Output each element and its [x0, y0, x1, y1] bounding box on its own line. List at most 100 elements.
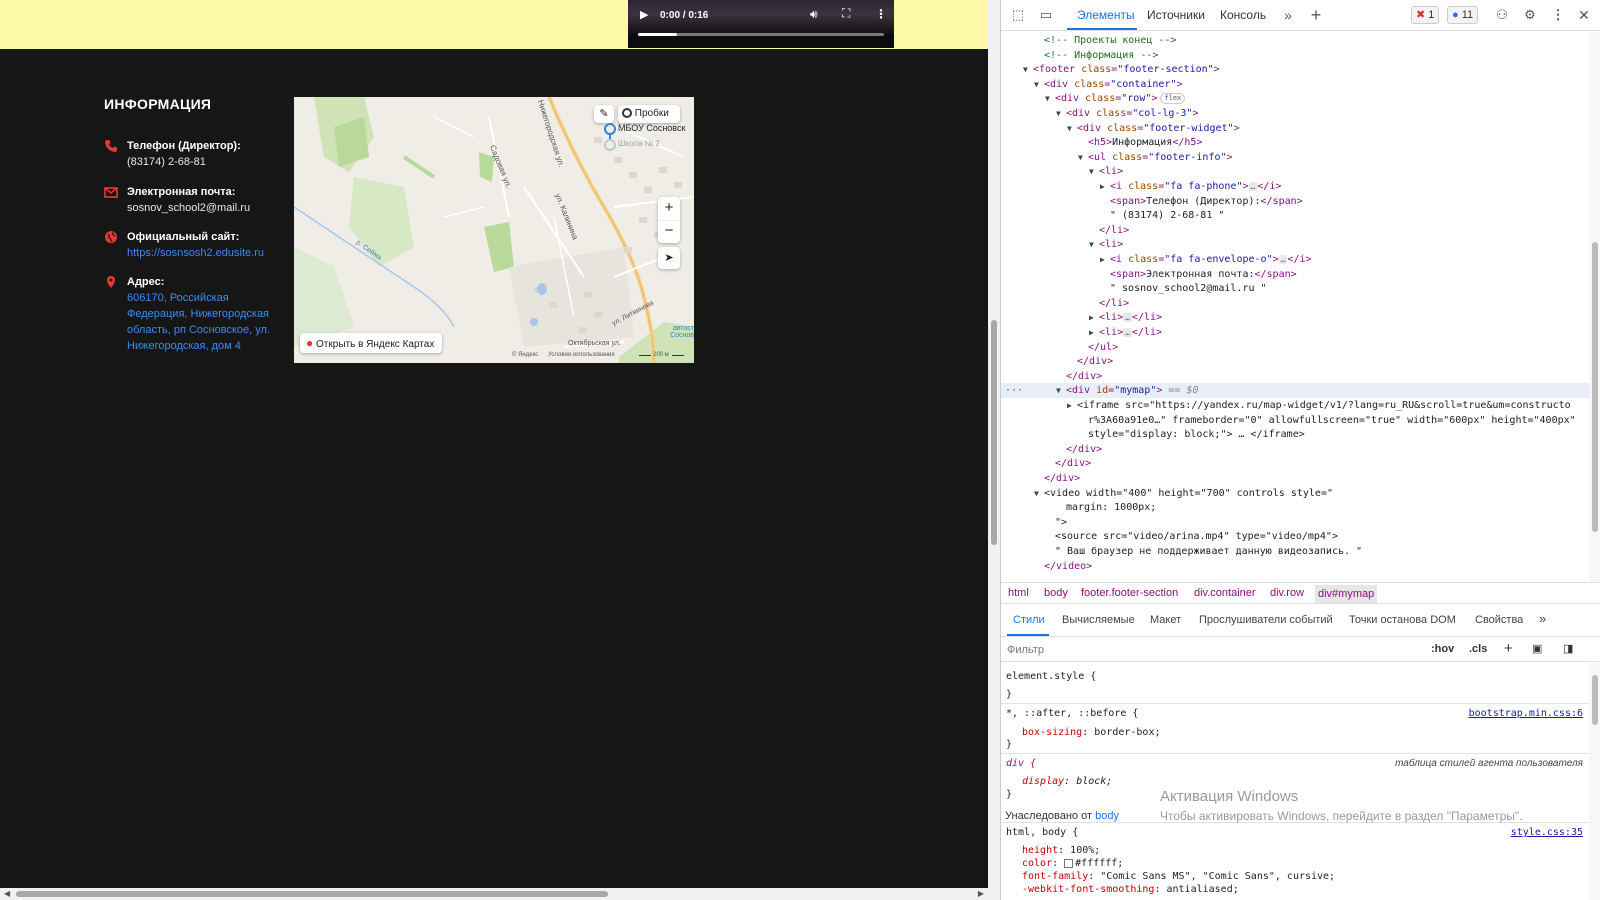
expand-toggle-icon[interactable]: ▼ — [1078, 150, 1088, 165]
geolocation-button[interactable]: ➤ — [658, 247, 680, 269]
dom-node[interactable]: ▼ <div class="col-lg-3"> — [1001, 106, 1199, 121]
dom-node[interactable]: ▼ <div class="container"> — [1001, 77, 1183, 92]
dom-node[interactable]: ▶ <iframe src="https://yandex.ru/map-widg… — [1001, 398, 1571, 413]
style-declaration[interactable]: display: block; — [1022, 776, 1112, 787]
tab-properties[interactable]: Свойства — [1475, 614, 1523, 626]
tab-console[interactable]: Консоль — [1220, 8, 1266, 22]
expand-toggle-icon[interactable]: ▼ — [1089, 164, 1099, 179]
styles-scrollbar[interactable] — [1589, 663, 1600, 900]
dom-node[interactable]: " Ваш браузер не поддерживает данную вид… — [1001, 544, 1362, 559]
traffic-button[interactable]: Пробки — [618, 105, 680, 123]
dom-node[interactable]: </div> — [1001, 369, 1102, 384]
error-count-badge[interactable]: ✖ 1 — [1411, 6, 1440, 24]
class-toggle-button[interactable]: .cls — [1469, 643, 1487, 655]
more-options-icon[interactable]: ⋮ — [875, 7, 887, 21]
rule-selector[interactable]: *, ::after, ::before { — [1006, 708, 1138, 719]
settings-gear-icon[interactable]: ⚙ — [1521, 7, 1539, 23]
dom-node[interactable]: </li> — [1001, 223, 1129, 238]
more-subtabs-icon[interactable]: » — [1539, 611, 1546, 626]
page-scroll-thumb[interactable] — [991, 320, 997, 545]
dom-node[interactable]: <span>Электронная почта:</span> — [1001, 267, 1297, 282]
tab-styles[interactable]: Стили — [1013, 614, 1045, 626]
element-style-rule[interactable]: element.style { — [1006, 671, 1096, 682]
dom-node[interactable]: style="display: block;"> … </iframe> — [1001, 427, 1305, 442]
dom-node[interactable]: <span>Телефон (Директор):</span> — [1001, 194, 1303, 209]
dom-node[interactable]: <!-- Проекты конец --> — [1001, 33, 1176, 48]
tab-elements[interactable]: Элементы — [1077, 8, 1135, 22]
scroll-left-icon[interactable]: ◀ — [4, 889, 10, 898]
volume-icon[interactable]: 🔊︎ — [810, 7, 818, 22]
dom-node[interactable]: margin: 1000px; — [1001, 500, 1156, 515]
play-icon[interactable]: ▶ — [640, 8, 648, 21]
style-declaration[interactable]: font-family: "Comic Sans MS", "Comic San… — [1022, 871, 1335, 882]
expand-toggle-icon[interactable]: ▶ — [1067, 398, 1077, 413]
expand-toggle-icon[interactable]: ▼ — [1045, 91, 1055, 106]
dom-node[interactable]: "> — [1001, 515, 1067, 530]
style-declaration[interactable]: height: 100%; — [1022, 845, 1100, 856]
rule-source-link[interactable]: bootstrap.min.css:6 — [1469, 708, 1583, 719]
color-swatch[interactable] — [1064, 858, 1074, 868]
dom-node[interactable]: <!-- Информация --> — [1001, 48, 1158, 63]
open-in-yandex-maps-button[interactable]: ● Открыть в Яндекс Картах — [300, 333, 443, 353]
website-link[interactable]: https://sosnsosh2.edusite.ru — [127, 245, 279, 261]
expand-toggle-icon[interactable]: ▶ — [1100, 179, 1110, 194]
dom-node[interactable]: </li> — [1001, 296, 1129, 311]
style-declaration[interactable]: box-sizing: border-box; — [1022, 727, 1161, 738]
style-declaration[interactable]: color: #ffffff; — [1022, 858, 1123, 869]
expand-toggle-icon[interactable]: ▼ — [1034, 77, 1044, 92]
breadcrumb-footer[interactable]: footer.footer-section — [1081, 587, 1178, 599]
dom-node[interactable]: ▼ <div class="footer-widget"> — [1001, 121, 1240, 136]
style-declaration[interactable]: -webkit-font-smoothing: antialiased; — [1022, 884, 1239, 895]
dom-node[interactable]: ▶ <li>… </li> — [1001, 325, 1162, 340]
dom-node[interactable]: ▼ <ul class="footer-info"> — [1001, 150, 1233, 165]
dom-tree[interactable]: <!-- Проекты конец --> <!-- Информация --… — [1001, 32, 1589, 582]
issues-icon[interactable]: ⚇ — [1493, 7, 1511, 23]
close-devtools-icon[interactable]: ✕ — [1575, 7, 1593, 23]
dom-node[interactable]: </ul> — [1001, 340, 1118, 355]
tab-dom-breakpoints[interactable]: Точки останова DOM — [1349, 614, 1456, 626]
breadcrumb-body[interactable]: body — [1044, 587, 1068, 599]
toggle-sidebar-icon[interactable]: ◨ — [1563, 642, 1573, 655]
tab-computed[interactable]: Вычисляемые — [1062, 614, 1135, 626]
horizontal-scrollbar[interactable]: ◀ ▶ — [0, 888, 988, 900]
breadcrumb-mymap[interactable]: div#mymap — [1315, 585, 1378, 603]
dom-node[interactable]: ▼ <video width="400" height="700" control… — [1001, 486, 1333, 501]
inspect-element-icon[interactable]: ⬚ — [1009, 7, 1027, 23]
dom-node[interactable]: </div> — [1001, 456, 1091, 471]
expand-toggle-icon[interactable]: ▼ — [1034, 486, 1044, 501]
zoom-out-button[interactable]: − — [658, 220, 680, 243]
device-toolbar-icon[interactable]: ▭ — [1037, 7, 1055, 23]
expand-toggle-icon[interactable]: ▶ — [1100, 252, 1110, 267]
expand-toggle-icon[interactable]: ▼ — [1056, 106, 1066, 121]
message-count-badge[interactable]: ● 11 — [1447, 6, 1479, 24]
dom-node[interactable]: ▼ <li> — [1001, 237, 1123, 252]
styles-scroll-thumb[interactable] — [1592, 675, 1598, 725]
dom-node[interactable]: ▶ <li>… </li> — [1001, 310, 1162, 325]
ruler-icon[interactable]: ✎ — [594, 105, 614, 123]
yandex-map[interactable]: Садовая ул. Нижегородская ул. ул. Калини… — [294, 97, 694, 363]
dom-node[interactable]: ▶ <i class="fa fa-phone">… </i> — [1001, 179, 1281, 194]
fullscreen-icon[interactable]: ⛶ — [842, 6, 850, 21]
rule-selector[interactable]: html, body { — [1006, 827, 1078, 838]
tab-event-listeners[interactable]: Прослушиватели событий — [1199, 614, 1333, 626]
rule-source-link[interactable]: style.css:35 — [1511, 827, 1583, 838]
scroll-right-icon[interactable]: ▶ — [978, 889, 984, 898]
expand-toggle-icon[interactable]: ▼ — [1089, 237, 1099, 252]
dom-node[interactable]: " sosnov_school2@mail.ru " — [1001, 281, 1267, 296]
breadcrumb-container[interactable]: div.container — [1194, 587, 1256, 599]
zoom-in-button[interactable]: + — [658, 197, 680, 220]
dom-node[interactable]: ▼ <div class="row"> flex — [1001, 91, 1186, 106]
breadcrumb-html[interactable]: html — [1008, 587, 1029, 599]
expand-toggle-icon[interactable]: ▶ — [1089, 325, 1099, 340]
paint-brush-icon[interactable]: ▣ — [1532, 642, 1542, 655]
expand-toggle-icon[interactable]: ▼ — [1067, 121, 1077, 136]
tab-sources[interactable]: Источники — [1147, 8, 1205, 22]
dom-tree-scroll-thumb[interactable] — [1592, 242, 1598, 532]
dom-node[interactable]: </div> — [1001, 471, 1080, 486]
hover-state-button[interactable]: :hov — [1431, 643, 1454, 655]
expand-toggle-icon[interactable]: ▼ — [1023, 62, 1033, 77]
dom-node[interactable]: </div> — [1001, 442, 1102, 457]
more-options-icon[interactable]: ⋮ — [1549, 7, 1567, 23]
node-actions-icon[interactable]: ··· — [1005, 383, 1023, 398]
video-player[interactable]: ▶ 0:00 / 0:16 🔊︎ ⛶ ⋮ — [628, 0, 894, 48]
